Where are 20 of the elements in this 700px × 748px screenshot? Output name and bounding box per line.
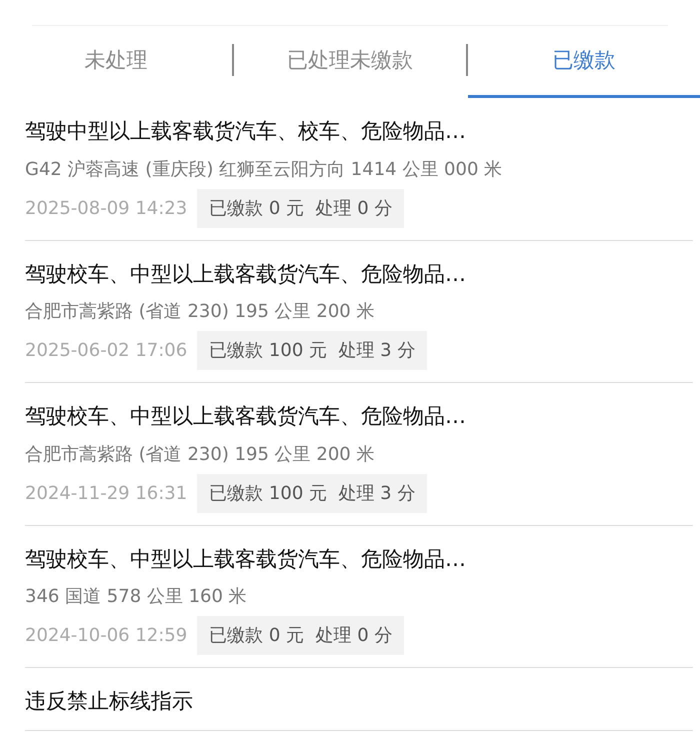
violation-time: 2024-10-06 12:59: [25, 624, 188, 648]
violation-title: 驾驶中型以上载客载货汽车、校车、危险物品…: [25, 118, 467, 145]
filter-tab[interactable]: 已缴款: [468, 26, 700, 98]
payment-status-tag: 已缴款 100 元 处理 3 分: [197, 331, 428, 370]
violation-time: 2025-06-02 17:06: [25, 339, 188, 363]
violation-title: 驾驶校车、中型以上载客载货汽车、危险物品…: [25, 260, 467, 288]
filter-tab[interactable]: 已处理未缴款: [234, 26, 466, 98]
violation-title: 违反禁止标线指示: [25, 688, 194, 715]
violation-time: 2024-11-29 16:31: [25, 482, 188, 506]
filter-tab[interactable]: 未处理: [0, 26, 232, 98]
violation-location: 合肥市蒿紫路 (省道 230) 195 公里 200 米: [25, 300, 376, 324]
payment-status-tag: 已缴款 100 元 处理 3 分: [197, 474, 428, 512]
violation-title: 驾驶校车、中型以上载客载货汽车、危险物品…: [25, 403, 467, 430]
violation-location: 346 国道 578 公里 160 米: [25, 585, 248, 609]
violation-time: 2025-08-09 14:23: [25, 196, 188, 220]
payment-status-tag: 已缴款 0 元 处理 0 分: [197, 616, 404, 655]
violation-location: G42 沪蓉高速 (重庆段) 红狮至云阳方向 1414 公里 000 米: [25, 158, 504, 182]
violation-title: 驾驶校车、中型以上载客载货汽车、危险物品…: [25, 546, 467, 572]
violation-location: 合肥市蒿紫路 (省道 230) 195 公里 200 米: [25, 442, 376, 466]
payment-status-tag: 已缴款 0 元 处理 0 分: [197, 188, 404, 228]
